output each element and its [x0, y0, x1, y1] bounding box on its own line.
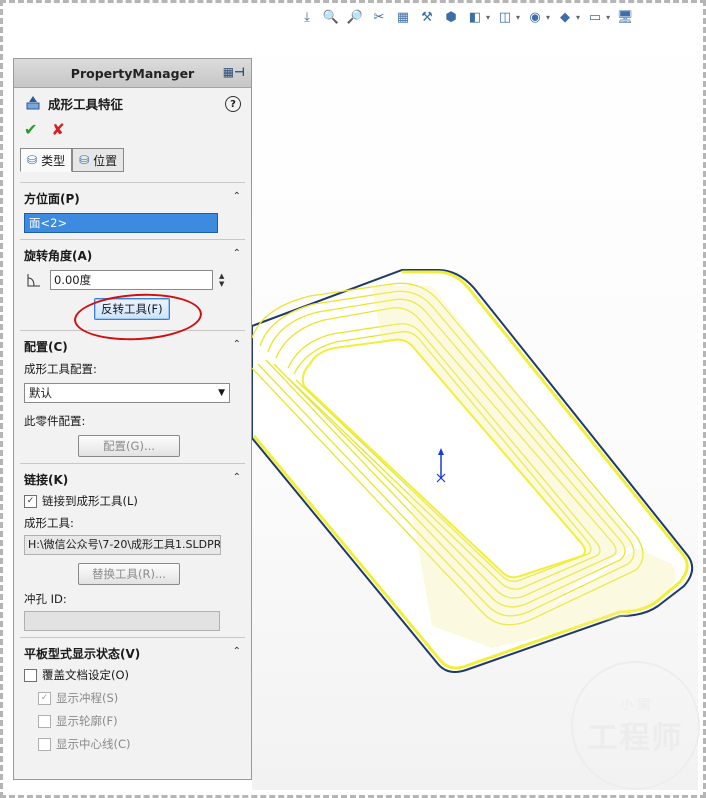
chevron-down-icon[interactable]: ▾: [606, 13, 610, 22]
link-section: 链接(K) ⌃ ✓ 链接到成形工具(L) 成形工具: H:\微信公众号\7-20…: [14, 464, 251, 637]
chevron-down-icon[interactable]: ▾: [546, 13, 550, 22]
tool-config-value: 默认: [29, 386, 52, 400]
property-manager: PropertyManager ▦⊣ 成形工具特征 ? ✔ ✘ ⛁ 类型 ⛁ 位…: [13, 58, 252, 780]
link-checkbox[interactable]: ✓: [24, 494, 37, 508]
override-checkbox[interactable]: [24, 668, 37, 682]
tab-position-label: 位置: [93, 153, 118, 168]
display-section-title[interactable]: 平板型式显示状态(V): [24, 644, 241, 662]
watermark-logo: 小 國 工程师: [571, 661, 700, 790]
show-centerline-label: 显示中心线(C): [56, 737, 131, 751]
link-section-title[interactable]: 链接(K): [24, 470, 241, 488]
dynamic-annotation-icon[interactable]: ▦: [394, 8, 412, 26]
chevron-down-icon[interactable]: ▾: [486, 13, 490, 22]
part-config-label: 此零件配置:: [24, 414, 86, 428]
show-profile-checkbox[interactable]: [38, 714, 51, 728]
link-checkbox-row[interactable]: ✓ 链接到成形工具(L): [24, 493, 241, 509]
rotation-section-title[interactable]: 旋转角度(A): [24, 246, 241, 264]
show-punch-row[interactable]: ✓ 显示冲程(S): [24, 690, 241, 706]
hide-show-icon[interactable]: ◫: [496, 8, 514, 26]
position-tab-icon: ⛁: [79, 153, 90, 167]
magnetic-line-icon[interactable]: ⚒: [418, 8, 436, 26]
face-section: 方位面(P) ⌃ 面<2>: [14, 183, 251, 239]
chevron-down-icon[interactable]: ▾: [516, 13, 520, 22]
property-manager-header: PropertyManager ▦⊣: [14, 59, 251, 88]
rotation-angle-input[interactable]: 0.00度: [50, 270, 213, 290]
show-centerline-checkbox[interactable]: [38, 737, 51, 751]
ok-button[interactable]: ✔: [24, 120, 37, 139]
tool-config-label: 成形工具配置:: [24, 362, 97, 376]
visibility-icon[interactable]: ◉: [526, 8, 544, 26]
chevron-down-icon[interactable]: ▾: [576, 13, 580, 22]
zoom-area-icon[interactable]: 🔍: [322, 8, 340, 26]
cancel-button[interactable]: ✘: [51, 120, 64, 139]
property-manager-title: PropertyManager: [70, 65, 195, 81]
feature-header: 成形工具特征: [14, 88, 251, 118]
rotation-section: 旋转角度(A) ⌃ 0.00度 ▲ ▼ 反转工具(F): [14, 240, 251, 344]
pin-icon[interactable]: ▦⊣: [223, 65, 245, 79]
collapse-icon[interactable]: ⌃: [233, 646, 241, 657]
flip-row: 反转工具(F): [24, 290, 241, 344]
display-style-icon[interactable]: ◧: [466, 8, 484, 26]
feature-title: 成形工具特征: [48, 96, 124, 112]
tool-path-field[interactable]: H:\微信公众号\7-20\成形工具1.SLDPR: [24, 535, 221, 555]
tool-config-select[interactable]: 默认 ▼: [24, 383, 230, 403]
override-checkbox-row[interactable]: 覆盖文档设定(O): [24, 667, 241, 683]
type-tab-icon: ⛁: [27, 153, 38, 167]
chevron-down-icon[interactable]: ▼: [218, 384, 225, 402]
tab-type-label: 类型: [41, 153, 66, 168]
zoom-to-fit-icon[interactable]: ⤓: [298, 8, 316, 26]
face-section-title[interactable]: 方位面(P): [24, 189, 241, 207]
tab-position[interactable]: ⛁ 位置: [72, 148, 125, 172]
show-punch-checkbox[interactable]: ✓: [38, 691, 51, 705]
display-section: 平板型式显示状态(V) ⌃ 覆盖文档设定(O) ✓ 显示冲程(S) 显示轮廓(F…: [14, 638, 251, 758]
show-profile-label: 显示轮廓(F): [56, 714, 118, 728]
config-section-title[interactable]: 配置(C): [24, 337, 241, 355]
collapse-icon[interactable]: ⌃: [233, 248, 241, 259]
monitor-icon[interactable]: 🖥: [616, 8, 634, 26]
watermark-text: 工程师: [587, 721, 684, 756]
override-label: 覆盖文档设定(O): [42, 668, 130, 682]
collapse-icon[interactable]: ⌃: [233, 191, 241, 202]
view-orientation-icon[interactable]: ⬢: [442, 8, 460, 26]
collapse-icon[interactable]: ⌃: [233, 339, 241, 350]
heads-up-toolbar: ⤓ 🔍 🔎 ✂ ▦ ⚒ ⬢ ◧ ▾ ◫ ▾ ◉ ▾ ◆ ▾ ▭ ▾ 🖥: [298, 8, 634, 26]
punch-id-label: 冲孔 ID:: [24, 592, 67, 606]
section-view-icon[interactable]: ✂: [370, 8, 388, 26]
tab-bar: ⛁ 类型 ⛁ 位置: [20, 148, 251, 172]
face-selection-box[interactable]: 面<2>: [24, 213, 218, 233]
tab-type[interactable]: ⛁ 类型: [20, 148, 73, 172]
config-section: 配置(C) ⌃ 成形工具配置: 默认 ▼ 此零件配置: 配置(G)...: [14, 331, 251, 463]
angle-spinner[interactable]: ▲ ▼: [219, 272, 224, 288]
config-button[interactable]: 配置(G)...: [78, 435, 180, 457]
appearance-icon[interactable]: ◆: [556, 8, 574, 26]
link-checkbox-label: 链接到成形工具(L): [42, 494, 138, 508]
previous-view-icon[interactable]: 🔎: [346, 8, 364, 26]
ok-cancel-bar: ✔ ✘: [14, 118, 251, 140]
collapse-icon[interactable]: ⌃: [233, 472, 241, 483]
watermark-top: 小 國: [620, 698, 651, 713]
angle-icon: [24, 270, 44, 290]
tool-label: 成形工具:: [24, 516, 74, 530]
punch-id-field[interactable]: [24, 611, 220, 631]
show-profile-row[interactable]: 显示轮廓(F): [24, 713, 241, 729]
coordinate-triad: [433, 448, 453, 491]
help-icon[interactable]: ?: [225, 96, 241, 112]
replace-tool-button[interactable]: 替换工具(R)...: [78, 563, 180, 585]
show-centerline-row[interactable]: 显示中心线(C): [24, 736, 241, 752]
forming-tool-icon: [24, 94, 42, 112]
angle-row: 0.00度 ▲ ▼: [24, 270, 241, 290]
scene-icon[interactable]: ▭: [586, 8, 604, 26]
show-punch-label: 显示冲程(S): [56, 691, 119, 705]
